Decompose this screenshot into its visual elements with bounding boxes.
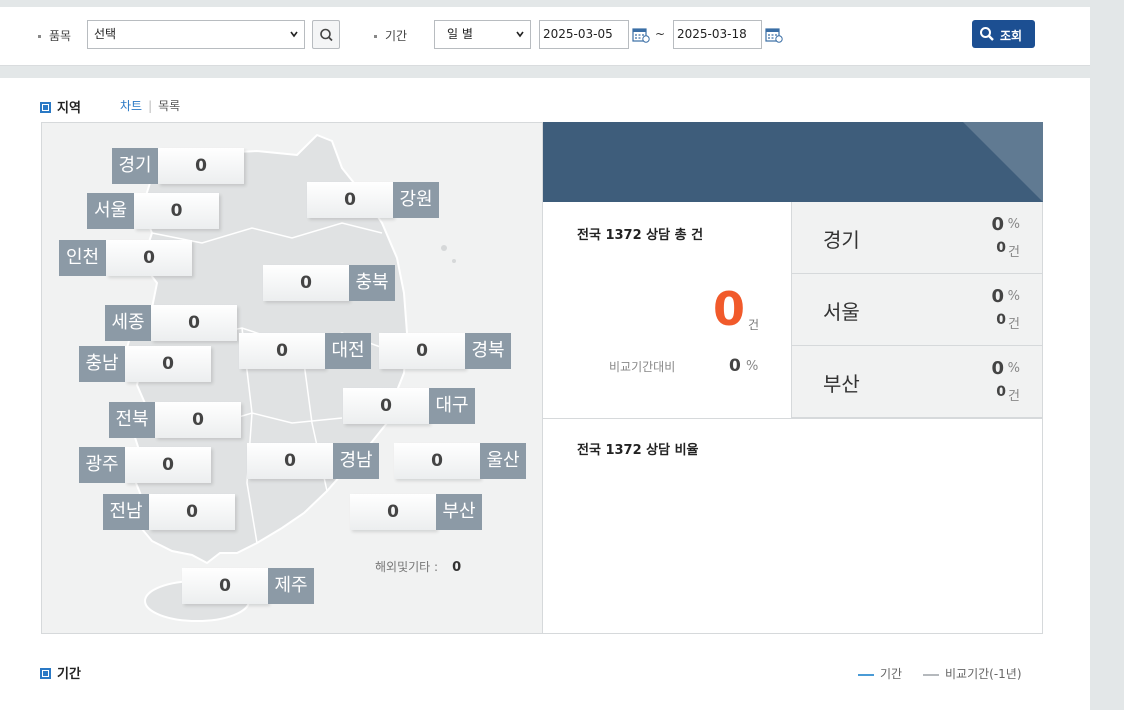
period-label: 기간 [374, 27, 407, 44]
top-region-2: 서울 0 % 0 건 [792, 274, 1043, 346]
item-select[interactable]: 선택 [87, 20, 305, 49]
search-icon [980, 27, 994, 41]
region-name: 제주 [268, 568, 314, 604]
compare-value: 0 [729, 356, 741, 376]
percent-unit: % [1007, 217, 1020, 232]
legend-line-icon [923, 673, 939, 676]
main-panel: 지역 차트 | 목록 경기 0 서울 0 인천 0 0 강원 0 충북 세종 0… [0, 78, 1090, 710]
region-name: 울산 [480, 443, 526, 479]
counsel-ratio-card: 전국 1372 상담 비율 [543, 418, 1043, 634]
region-value: 0 [125, 447, 211, 483]
legend-compare-period: 비교기간(-1년) [923, 665, 1022, 682]
region-name: 충북 [349, 265, 395, 301]
region-value: 0 [134, 193, 219, 229]
region-name: 전북 [109, 402, 155, 438]
total-counsel-unit: 건 [747, 318, 759, 332]
compare-label: 비교기간대비 [609, 360, 676, 374]
search-button-label: 조회 [1000, 29, 1023, 43]
region-name: 대전 [325, 333, 371, 369]
section-bullet-icon [40, 668, 51, 679]
search-button[interactable]: 조회 [972, 20, 1035, 48]
filter-bar: 품목 선택 기간 일 별 2025-03-05 ~ 2025-03-18 조회 [0, 7, 1090, 66]
top-region-count: 0 [996, 312, 1006, 328]
top-region-name: 서울 [823, 300, 860, 324]
region-value: 0 [151, 305, 237, 341]
percent-unit: % [1007, 361, 1020, 376]
date-separator: ~ [655, 27, 666, 41]
date-to-input[interactable]: 2025-03-18 [673, 20, 762, 49]
compare-unit: % [746, 359, 759, 374]
item-search-button[interactable] [312, 20, 340, 49]
region-view-tabs: 차트 | 목록 [120, 97, 180, 114]
count-unit: 건 [1008, 245, 1020, 260]
region-value: 0 [394, 443, 480, 479]
top-region-percent: 0 [991, 286, 1004, 307]
region-section-title: 지역 [40, 97, 81, 116]
region-name: 광주 [79, 447, 125, 483]
total-counsel-title: 전국 1372 상담 총 건 [577, 228, 704, 243]
overseas-label: 해외및기타 : [375, 560, 439, 574]
region-value: 0 [379, 333, 465, 369]
region-value: 0 [158, 148, 244, 184]
region-name: 경북 [465, 333, 511, 369]
region-name: 경기 [112, 148, 158, 184]
percent-unit: % [1007, 289, 1020, 304]
region-name: 대구 [429, 388, 475, 424]
top-region-1: 경기 0 % 0 건 [792, 202, 1043, 274]
region-value: 0 [155, 402, 241, 438]
legend-line-icon [858, 673, 874, 676]
region-name: 인천 [59, 240, 106, 276]
top-region-percent: 0 [991, 358, 1004, 379]
region-value: 0 [149, 494, 235, 530]
count-unit: 건 [1008, 389, 1020, 404]
stats-header-banner [543, 122, 1043, 202]
period-section-title: 기간 [40, 663, 81, 682]
item-label: 품목 [38, 27, 71, 44]
tab-separator: | [148, 99, 153, 113]
region-value: 0 [343, 388, 429, 424]
region-name: 세종 [105, 305, 151, 341]
region-name: 강원 [393, 182, 439, 218]
total-counsel-card: 전국 1372 상담 총 건 0 건 비교기간대비 0 % [543, 202, 792, 418]
region-name: 충남 [79, 346, 125, 382]
count-unit: 건 [1008, 317, 1020, 332]
top-region-3: 부산 0 % 0 건 [792, 346, 1043, 418]
calendar-icon[interactable] [632, 27, 650, 43]
overseas-value: 0 [452, 560, 462, 575]
calendar-icon[interactable] [765, 27, 783, 43]
overseas-total: 해외및기타 : 0 [375, 558, 461, 575]
region-value: 0 [247, 443, 333, 479]
top-region-name: 경기 [823, 228, 860, 252]
section-bullet-icon [40, 102, 51, 113]
top-region-count: 0 [996, 384, 1006, 400]
region-name: 부산 [436, 494, 482, 530]
tab-list[interactable]: 목록 [158, 99, 180, 113]
date-from-input[interactable]: 2025-03-05 [539, 20, 629, 49]
top-region-count: 0 [996, 240, 1006, 256]
region-value: 0 [182, 568, 268, 604]
chevron-down-icon [516, 31, 524, 38]
top-region-name: 부산 [823, 372, 860, 396]
region-value: 0 [239, 333, 325, 369]
chevron-down-icon [290, 31, 298, 38]
tab-chart[interactable]: 차트 [120, 99, 142, 113]
region-value: 0 [263, 265, 349, 301]
region-value: 0 [307, 182, 393, 218]
counsel-ratio-title: 전국 1372 상담 비율 [577, 443, 699, 458]
search-icon [320, 28, 333, 42]
region-name: 전남 [103, 494, 149, 530]
top-region-percent: 0 [991, 214, 1004, 235]
region-name: 서울 [87, 193, 134, 229]
banner-decoration [963, 122, 1043, 202]
region-value: 0 [125, 346, 211, 382]
total-counsel-value: 0 [712, 282, 745, 336]
item-select-value: 선택 [94, 27, 117, 41]
region-name: 경남 [333, 443, 379, 479]
region-value: 0 [350, 494, 436, 530]
period-select[interactable]: 일 별 [434, 20, 531, 49]
region-value: 0 [106, 240, 192, 276]
period-select-value: 일 별 [447, 27, 473, 41]
legend-period: 기간 [858, 665, 902, 682]
